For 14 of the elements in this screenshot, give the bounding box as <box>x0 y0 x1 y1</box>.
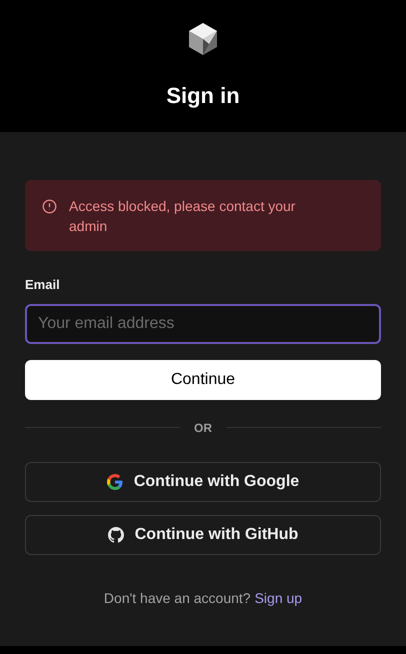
continue-button[interactable]: Continue <box>25 360 381 400</box>
google-icon <box>106 474 123 490</box>
page-title: Sign in <box>166 82 240 110</box>
github-sign-in-button[interactable]: Continue with GitHub <box>25 514 381 554</box>
sign-up-link[interactable]: Sign up <box>254 588 302 608</box>
signup-prompt: Don't have an account? <box>104 588 251 608</box>
or-divider-text: OR <box>194 420 212 436</box>
email-field[interactable]: Your email address <box>25 304 381 344</box>
github-icon <box>108 526 124 542</box>
alert-icon <box>42 199 57 214</box>
alert-message: Access blocked, please contact your admin <box>69 197 296 236</box>
google-sign-in-button[interactable]: Continue with Google <box>25 462 381 502</box>
cube-logo-icon <box>187 22 219 56</box>
email-label: Email <box>25 276 61 294</box>
